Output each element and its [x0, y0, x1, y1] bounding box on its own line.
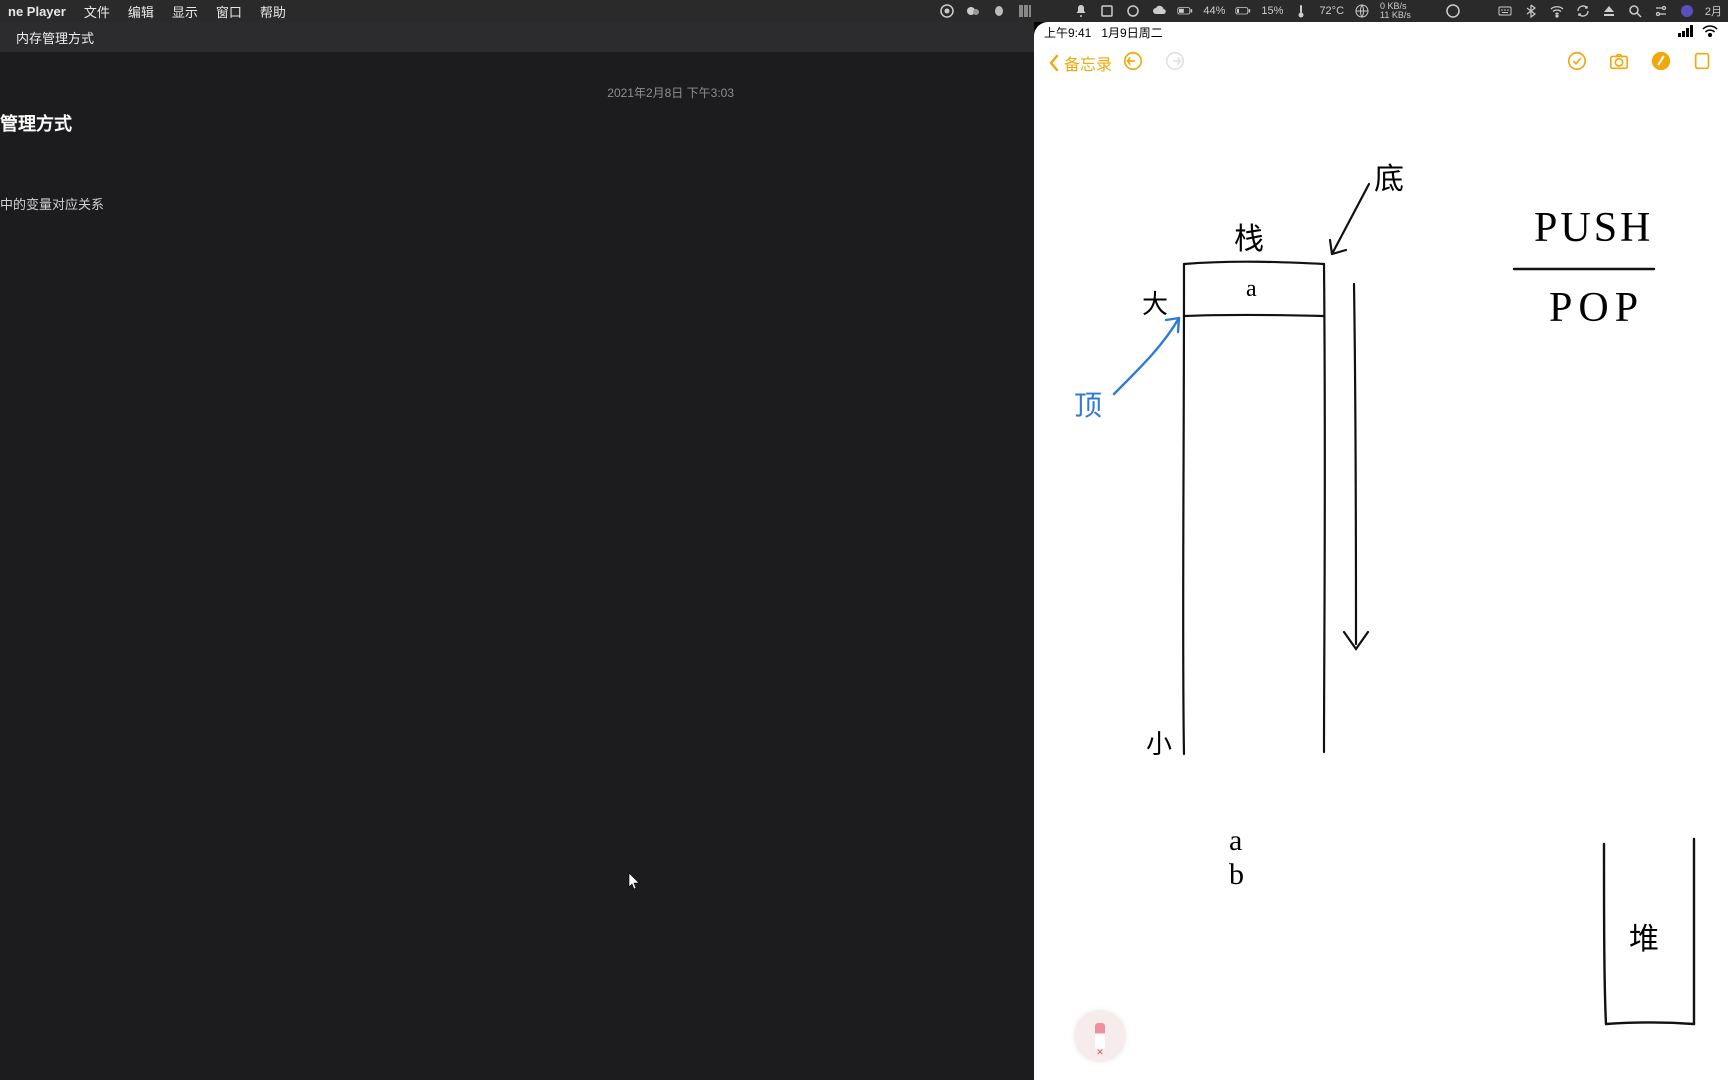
back-to-notes-button[interactable]: 备忘录 — [1048, 51, 1112, 75]
ipad-date: 1月9日周二 — [1101, 24, 1162, 41]
qq-icon[interactable] — [991, 3, 1007, 19]
battery1-icon — [1177, 3, 1193, 19]
net-speed: 0 KB/s 11 KB/s — [1380, 2, 1411, 20]
notes-toolbar: 备忘录 — [1034, 42, 1728, 84]
record-icon[interactable] — [939, 3, 955, 19]
menu-file[interactable]: 文件 — [84, 2, 110, 21]
camera-button[interactable] — [1608, 50, 1630, 77]
signal-icon — [1678, 25, 1696, 40]
ipad-notes-panel: 上午9:41 1月9日周二 备忘录 — [1034, 22, 1728, 1080]
dnd-icon[interactable] — [1445, 3, 1461, 19]
cloud-icon[interactable] — [1151, 3, 1167, 19]
eject-icon[interactable] — [1601, 3, 1617, 19]
ipad-status-bar: 上午9:41 1月9日周二 — [1034, 22, 1728, 42]
sketch-push-label: PUSH — [1534, 204, 1653, 252]
note-title: 管理方式 — [0, 110, 72, 136]
new-note-button[interactable] — [1692, 50, 1714, 77]
wechat-icon[interactable] — [965, 3, 981, 19]
checklist-button[interactable] — [1566, 50, 1588, 77]
app-name: ne Player — [8, 4, 66, 19]
macos-menubar: ne Player 文件 编辑 显示 窗口 帮助 — [0, 0, 1728, 22]
menu-edit[interactable]: 编辑 — [128, 2, 154, 21]
wifi-icon[interactable] — [1549, 3, 1565, 19]
left-note-panel: 内存管理方式 2021年2月8日 下午3:03 管理方式 中的变量对应关系 — [0, 22, 1034, 1080]
notes-drawing-canvas[interactable]: 栈 a 大 小 顶 底 a b PUSH POP 堆 ✕ — [1034, 84, 1728, 1080]
menu-help[interactable]: 帮助 — [260, 2, 286, 21]
back-label: 备忘录 — [1064, 51, 1112, 75]
note-tab[interactable]: 内存管理方式 — [6, 24, 104, 51]
close-icon[interactable]: ✕ — [1096, 1047, 1104, 1058]
ipad-wifi-icon — [1702, 25, 1718, 40]
note-subline: 中的变量对应关系 — [0, 194, 104, 213]
sketch-big-label: 大 — [1142, 284, 1168, 321]
thermo-icon — [1293, 3, 1309, 19]
battery2-percent: 15% — [1261, 5, 1283, 17]
pencil-icon — [1095, 1023, 1105, 1049]
search-icon[interactable] — [1627, 3, 1643, 19]
globe-icon[interactable] — [1354, 3, 1370, 19]
square-icon[interactable] — [1099, 3, 1115, 19]
sketch-heap-label: 堆 — [1629, 914, 1659, 958]
menubar-date[interactable]: 2月 — [1705, 3, 1722, 19]
ipad-time: 上午9:41 — [1044, 24, 1091, 41]
battery1-percent: 44% — [1203, 5, 1225, 17]
battery2-icon — [1235, 3, 1251, 19]
siri-icon[interactable] — [1679, 3, 1695, 19]
sync-icon[interactable] — [1575, 3, 1591, 19]
temperature: 72°C — [1319, 5, 1344, 17]
note-tabstrip: 内存管理方式 — [0, 22, 1034, 52]
mouse-cursor-icon — [628, 872, 642, 895]
sketch-bottom-pointer-label: 底 — [1374, 154, 1404, 198]
menu-view[interactable]: 显示 — [172, 2, 198, 21]
undo-button[interactable] — [1122, 50, 1144, 77]
markup-button[interactable] — [1650, 50, 1672, 77]
sketch-stack-label: 栈 — [1234, 214, 1264, 258]
sketch-ab-label: a b — [1229, 824, 1252, 892]
bell-icon[interactable] — [1073, 3, 1089, 19]
menubar-extras: 44% 15% 72°C 0 KB/s 11 KB/s — [939, 2, 1722, 20]
circle-icon[interactable] — [1125, 3, 1141, 19]
control-center-icon[interactable] — [1653, 3, 1669, 19]
sketch-top-cell: a — [1246, 276, 1257, 303]
menu-window[interactable]: 窗口 — [216, 2, 242, 21]
grid-icon[interactable] — [1017, 3, 1033, 19]
moon-icon[interactable] — [1471, 3, 1487, 19]
sketch-small-label: 小 — [1146, 724, 1172, 761]
bluetooth-icon[interactable] — [1523, 3, 1539, 19]
note-timestamp: 2021年2月8日 下午3:03 — [607, 84, 734, 101]
pencil-tool-pod[interactable]: ✕ — [1074, 1010, 1126, 1062]
sketch-pop-label: POP — [1549, 284, 1644, 332]
keyboard-icon[interactable] — [1497, 3, 1513, 19]
sketch-top-pointer-label: 顶 — [1074, 384, 1102, 424]
redo-button[interactable] — [1164, 50, 1186, 77]
